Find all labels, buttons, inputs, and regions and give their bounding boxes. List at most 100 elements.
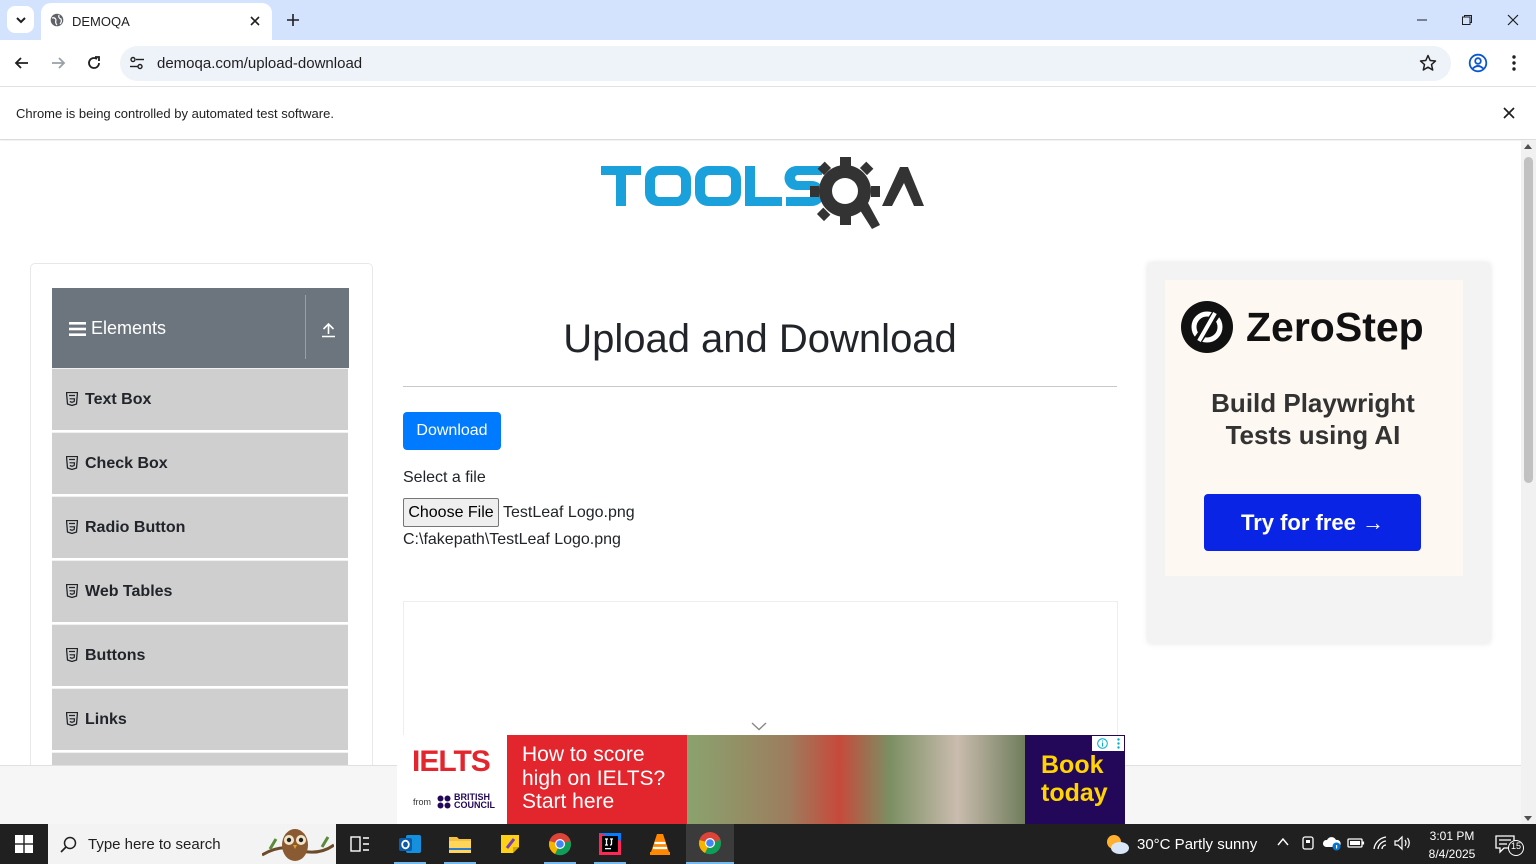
address-bar[interactable]: demoqa.com/upload-download	[120, 46, 1451, 81]
sidebar-item-buttons[interactable]: Buttons	[52, 624, 348, 686]
close-window-button[interactable]	[1499, 6, 1527, 34]
ielts-banner-ad[interactable]: IELTS from BRITISH COUNCIL How to score h…	[397, 735, 1125, 825]
intellij-icon	[599, 833, 621, 855]
sticky-notes-taskbar-button[interactable]	[486, 824, 534, 864]
file-explorer-taskbar-button[interactable]	[436, 824, 484, 864]
vlc-taskbar-button[interactable]	[636, 824, 684, 864]
zerostep-ad[interactable]: ZeroStep Build Playwright Tests using AI…	[1148, 263, 1490, 643]
tab-search-button[interactable]	[7, 6, 34, 33]
menu-button[interactable]	[1501, 50, 1527, 76]
back-button[interactable]	[9, 50, 35, 76]
forward-button[interactable]	[45, 50, 71, 76]
browser-toolbar: demoqa.com/upload-download	[0, 40, 1536, 87]
restore-button[interactable]	[1453, 6, 1481, 34]
intellij-taskbar-button[interactable]	[586, 824, 634, 864]
sidebar-item-check-box[interactable]: Check Box	[52, 432, 348, 494]
outlook-taskbar-button[interactable]	[386, 824, 434, 864]
sidebar-item-label: Check Box	[85, 455, 168, 472]
choose-file-button[interactable]: Choose File	[403, 498, 499, 527]
more-vert-icon	[1512, 55, 1516, 71]
upload-arrow-icon[interactable]	[320, 321, 337, 338]
ad-line1: How to score	[522, 743, 645, 766]
html5-icon	[66, 712, 78, 726]
notification-center-button[interactable]: 15	[1494, 834, 1526, 861]
html5-icon	[66, 648, 78, 662]
taskbar-search[interactable]: Type here to search	[48, 824, 336, 864]
browser-tab[interactable]: DEMOQA	[41, 3, 272, 40]
ielts-logo: IELTS	[412, 745, 491, 778]
ad-line2: high on IELTS?	[522, 766, 666, 790]
task-view-button[interactable]	[336, 824, 384, 864]
download-button[interactable]: Download	[403, 412, 501, 450]
hamburger-icon	[69, 322, 86, 336]
scrollbar-thumb[interactable]	[1524, 157, 1533, 483]
search-placeholder: Type here to search	[88, 836, 221, 853]
british-council-icon	[437, 795, 451, 809]
url-text[interactable]: demoqa.com/upload-download	[157, 55, 362, 72]
tab-title: DEMOQA	[72, 14, 130, 29]
battery-icon[interactable]	[1347, 835, 1365, 851]
page-viewport: Elements Text Box Check Box Radio Button…	[0, 141, 1521, 824]
onedrive-icon[interactable]	[1322, 835, 1342, 851]
try-for-free-button[interactable]: Try for free →	[1204, 494, 1421, 551]
html5-icon	[66, 584, 78, 598]
scroll-up-arrow[interactable]	[1524, 144, 1532, 149]
profile-button[interactable]	[1465, 50, 1491, 76]
ad-message-panel: How to score high on IELTS? Start here	[507, 735, 687, 825]
minimize-button[interactable]	[1408, 6, 1436, 34]
weather-text[interactable]: 30°C Partly sunny	[1137, 836, 1257, 853]
more-vert-icon	[1116, 738, 1120, 749]
ad-brand: ZeroStep	[1246, 304, 1424, 350]
ad-cta-line1: Book	[1041, 751, 1104, 779]
notification-count: 15	[1510, 841, 1521, 851]
sidebar-item-label: Web Tables	[85, 583, 173, 600]
chevron-down-icon[interactable]	[751, 722, 767, 731]
page-scrollbar[interactable]	[1521, 141, 1536, 824]
ad-cta[interactable]: Book today	[1041, 751, 1108, 807]
close-icon[interactable]	[1501, 105, 1517, 121]
close-icon	[250, 16, 260, 26]
chevron-up-icon[interactable]	[1276, 835, 1290, 849]
elements-group-header[interactable]: Elements	[52, 288, 349, 368]
close-icon	[1507, 14, 1519, 26]
chevron-down-icon	[15, 16, 26, 23]
sidebar-item-label: Text Box	[85, 391, 152, 408]
partly-sunny-icon[interactable]	[1104, 832, 1130, 856]
ad-message: How to score high on IELTS? Start here	[522, 743, 665, 814]
system-clock[interactable]: 3:01 PM 8/4/2025	[1418, 827, 1486, 863]
chrome-active-taskbar-button[interactable]	[686, 824, 734, 864]
sidebar-item-radio-button[interactable]: Radio Button	[52, 496, 348, 558]
scroll-down-arrow[interactable]	[1524, 816, 1532, 821]
toolsqa-logo[interactable]	[600, 155, 924, 231]
ad-from-text: from	[413, 797, 431, 807]
reload-button[interactable]	[81, 50, 107, 76]
ad-headline: Build Playwright Tests using AI	[1181, 387, 1445, 451]
taskbar: Type here to search 30°C Partly sunny 3:…	[0, 824, 1536, 864]
british-council-text: BRITISH COUNCIL	[454, 793, 495, 810]
wifi-icon[interactable]	[1372, 835, 1388, 851]
html5-icon	[66, 520, 78, 534]
start-button[interactable]	[0, 824, 48, 864]
minimize-icon	[1417, 19, 1427, 21]
clock-time: 3:01 PM	[1429, 829, 1475, 843]
ad-card: ZeroStep Build Playwright Tests using AI…	[1165, 280, 1463, 576]
html5-icon	[66, 392, 78, 406]
plus-icon	[287, 14, 299, 26]
volume-icon[interactable]	[1394, 835, 1412, 851]
close-tab-button[interactable]	[246, 12, 264, 30]
arrow-left-icon	[14, 57, 28, 69]
star-icon[interactable]	[1419, 54, 1437, 72]
meet-now-icon[interactable]	[1301, 835, 1315, 851]
header-divider	[305, 295, 306, 359]
adchoices-button[interactable]	[1092, 736, 1124, 751]
chrome-taskbar-button[interactable]	[536, 824, 584, 864]
sidebar-item-text-box[interactable]: Text Box	[52, 368, 348, 430]
ad-headline-line2: Tests using AI	[1225, 420, 1401, 450]
sidebar-item-links[interactable]: Links	[52, 688, 348, 750]
task-view-icon	[350, 836, 369, 852]
page-title: Upload and Download	[563, 317, 957, 361]
new-tab-button[interactable]	[281, 8, 305, 32]
site-settings-icon[interactable]	[129, 55, 145, 71]
search-icon	[60, 836, 77, 853]
sidebar-item-web-tables[interactable]: Web Tables	[52, 560, 348, 622]
